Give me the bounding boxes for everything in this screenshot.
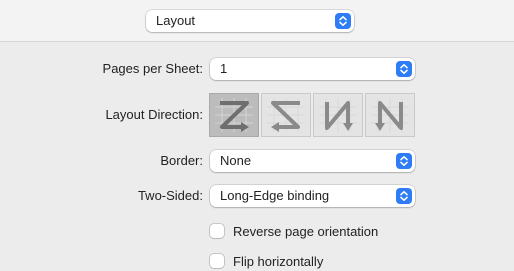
z-direction-icon <box>215 98 253 132</box>
layout-direction-reverse-z-button[interactable] <box>261 93 311 137</box>
flip-horizontally-label: Flip horizontally <box>233 253 324 269</box>
layout-direction-reverse-n-button[interactable] <box>365 93 415 137</box>
top-bar: Layout <box>0 0 514 42</box>
popup-stepper-icon <box>335 13 351 29</box>
layout-direction-segmented-control <box>209 93 417 137</box>
popup-stepper-icon <box>396 61 412 77</box>
layout-direction-n-button[interactable] <box>313 93 363 137</box>
layout-direction-label: Layout Direction: <box>105 107 203 122</box>
reverse-orientation-checkbox[interactable] <box>210 224 224 238</box>
popup-stepper-icon <box>396 188 412 204</box>
pages-per-sheet-label: Pages per Sheet: <box>102 61 203 76</box>
reverse-z-direction-icon <box>267 98 305 132</box>
preset-popup-value: Layout <box>156 13 196 28</box>
flip-horizontally-row[interactable]: Flip horizontally <box>210 252 323 270</box>
two-sided-value: Long-Edge binding <box>220 188 330 203</box>
reverse-n-direction-icon <box>371 98 409 132</box>
border-popup[interactable]: None <box>210 150 415 172</box>
two-sided-label: Two-Sided: <box>137 188 203 203</box>
reverse-orientation-label: Reverse page orientation <box>233 223 379 239</box>
popup-stepper-icon <box>396 153 412 169</box>
layout-direction-z-button[interactable] <box>209 93 259 137</box>
two-sided-popup[interactable]: Long-Edge binding <box>210 185 415 207</box>
flip-horizontally-checkbox[interactable] <box>210 254 224 268</box>
n-direction-icon <box>319 98 357 132</box>
border-value: None <box>220 153 252 168</box>
reverse-orientation-row[interactable]: Reverse page orientation <box>210 222 378 240</box>
preset-popup[interactable]: Layout <box>146 10 354 32</box>
border-label: Border: <box>160 153 203 168</box>
pages-per-sheet-popup[interactable]: 1 <box>210 58 415 80</box>
pages-per-sheet-value: 1 <box>220 61 228 76</box>
